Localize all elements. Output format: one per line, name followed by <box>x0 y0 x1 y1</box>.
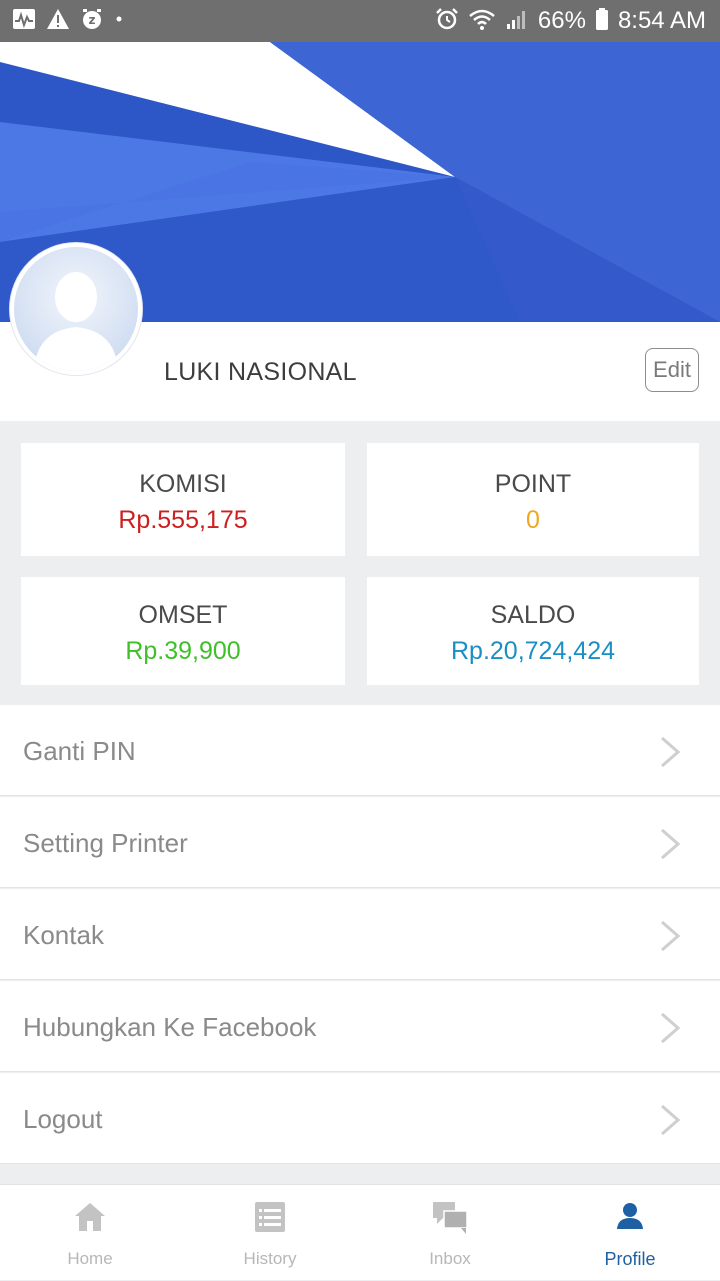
svg-text:z: z <box>89 13 96 27</box>
wifi-icon <box>468 7 496 36</box>
menu-item-label: Setting Printer <box>23 828 188 858</box>
menu-item-label: Hubungkan Ke Facebook <box>23 1012 317 1042</box>
menu-item-kontak[interactable]: Kontak <box>0 889 720 980</box>
menu-item-label: Logout <box>23 1104 103 1134</box>
menu-item-label: Kontak <box>23 920 104 950</box>
battery-percent: 66% <box>537 7 586 34</box>
chat-icon <box>432 1201 468 1240</box>
nav-inbox-label: Inbox <box>429 1249 471 1268</box>
chevron-right-icon <box>658 1103 682 1142</box>
signal-icon <box>505 7 529 36</box>
edit-profile-button[interactable]: Edit <box>645 348 699 392</box>
komisi-label: KOMISI <box>139 470 227 498</box>
komisi-value: Rp.555,175 <box>118 506 248 534</box>
chevron-right-icon <box>658 1011 682 1050</box>
chevron-right-icon <box>658 827 682 866</box>
nav-profile[interactable]: Profile <box>540 1185 720 1281</box>
chevron-right-icon <box>658 735 682 774</box>
menu-item-hubungkan-facebook[interactable]: Hubungkan Ke Facebook <box>0 981 720 1072</box>
nav-history[interactable]: History <box>180 1185 360 1281</box>
saldo-card: SALDO Rp.20,724,424 <box>367 577 699 685</box>
status-icons-right: 66% 8:54 AM <box>435 0 706 42</box>
person-icon <box>615 1201 645 1236</box>
bottom-navigation: Home History Inbox Profile <box>0 1184 720 1280</box>
list-icon <box>254 1201 286 1238</box>
menu-item-label: Ganti PIN <box>23 736 136 766</box>
nav-home[interactable]: Home <box>0 1185 180 1281</box>
point-label: POINT <box>494 470 572 498</box>
menu-item-ganti-pin[interactable]: Ganti PIN <box>0 705 720 796</box>
omset-value: Rp.39,900 <box>125 637 241 665</box>
pulse-icon <box>12 8 36 35</box>
home-icon <box>74 1201 106 1238</box>
komisi-card: KOMISI Rp.555,175 <box>21 443 345 556</box>
avatar-placeholder-icon <box>10 243 142 375</box>
point-card: POINT 0 <box>367 443 699 556</box>
chevron-right-icon <box>658 919 682 958</box>
saldo-value: Rp.20,724,424 <box>450 637 616 665</box>
nav-home-label: Home <box>67 1249 113 1268</box>
status-icons-left: z <box>12 8 124 35</box>
nav-profile-label: Profile <box>604 1249 656 1269</box>
warning-icon <box>46 8 70 35</box>
menu-item-setting-printer[interactable]: Setting Printer <box>0 797 720 888</box>
dot-icon <box>114 8 124 35</box>
saldo-label: SALDO <box>490 601 576 629</box>
z-icon: z <box>80 8 104 35</box>
clock: 8:54 AM <box>617 7 706 34</box>
nav-history-label: History <box>243 1249 297 1268</box>
alarm-icon <box>435 7 459 36</box>
battery-icon <box>595 7 609 36</box>
menu-item-logout[interactable]: Logout <box>0 1073 720 1164</box>
nav-inbox[interactable]: Inbox <box>360 1185 540 1281</box>
omset-label: OMSET <box>138 601 228 629</box>
omset-card: OMSET Rp.39,900 <box>21 577 345 685</box>
point-value: 0 <box>526 506 540 534</box>
profile-name: LUKI NASIONAL <box>164 358 357 386</box>
status-bar: z 66% 8:54 AM <box>0 0 720 42</box>
